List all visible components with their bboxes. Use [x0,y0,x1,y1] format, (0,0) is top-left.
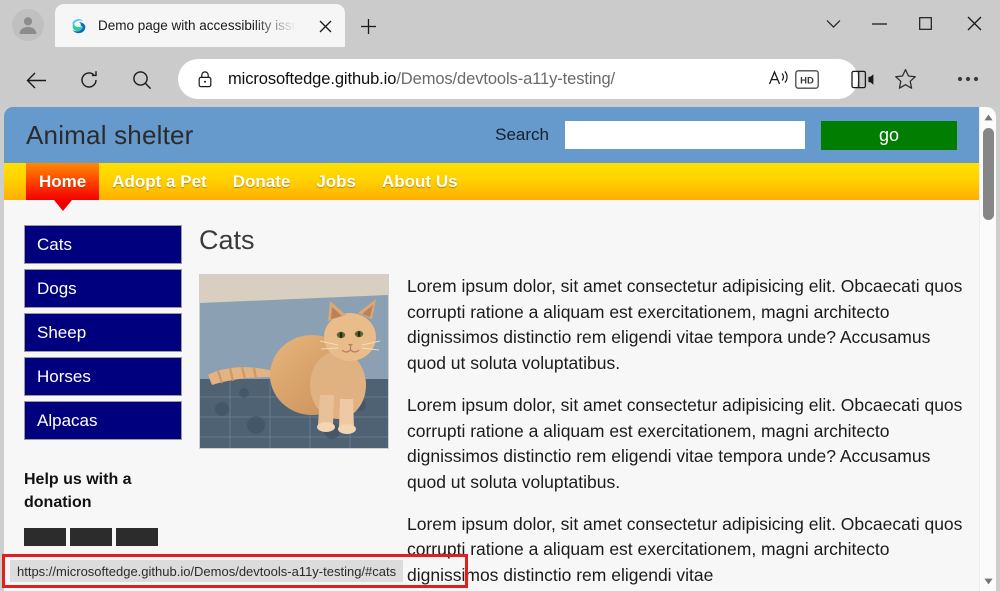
site-search: Search go [495,107,957,163]
new-tab-button[interactable] [355,13,381,39]
site-title: Animal shelter [26,119,194,150]
profile-avatar-button[interactable] [12,9,44,41]
scroll-down-arrow-icon [984,578,993,584]
donation-button-row [24,528,182,547]
ellipsis-icon [957,76,979,82]
sidebar-item-horses[interactable]: Horses [24,357,182,396]
nav-item-donate[interactable]: Donate [220,163,304,200]
sidebar-item-cats[interactable]: Cats [24,225,182,264]
browser-tab[interactable]: Demo page with accessibility issues [55,4,345,47]
maximize-icon [918,17,932,30]
favorite-button[interactable] [888,62,922,96]
article: Lorem ipsum dolor, sit amet consectetur … [199,274,970,591]
read-aloud-icon [768,70,788,85]
svg-text:HD: HD [800,75,814,86]
address-bar-url: microsoftedge.github.io/Demos/devtools-a… [228,70,615,89]
nav-item-label: Home [39,171,87,191]
scroll-down-button[interactable] [980,572,996,590]
nav-item-label: Adopt a Pet [112,171,207,191]
nav-item-jobs[interactable]: Jobs [303,163,369,200]
nav-item-label: About Us [382,171,458,191]
scrollbar-thumb[interactable] [983,128,994,220]
sidebar-item-label: Cats [37,234,72,254]
search-input[interactable] [565,121,805,149]
paragraph-column: Lorem ipsum dolor, sit amet consectetur … [407,274,970,591]
browser-window: Demo page with accessibility issues micr… [0,0,1000,591]
ginger-cat-photo [199,274,389,449]
scroll-up-arrow-icon [984,114,993,120]
go-button[interactable]: go [821,120,957,150]
edge-logo-icon [72,18,86,33]
tab-close-button[interactable] [315,16,335,36]
maximize-button[interactable] [902,0,948,47]
hd-icon: HD [795,69,819,89]
page-sidebar: Cats Dogs Sheep Horses Alpacas Help us w… [4,225,182,591]
settings-menu-button[interactable] [951,62,985,96]
nav-item-label: Jobs [316,171,356,191]
donation-amount-chip[interactable] [24,528,66,547]
status-bar-url: https://microsoftedge.github.io/Demos/de… [10,560,404,582]
minimize-icon [871,22,887,25]
search-button[interactable] [124,62,160,98]
close-icon [319,20,331,32]
reload-icon [81,71,97,88]
sidebar-item-alpacas[interactable]: Alpacas [24,401,182,440]
minimize-button[interactable] [856,0,902,47]
tab-actions-button[interactable] [810,0,856,47]
search-icon [133,71,152,90]
lock-icon [198,71,212,88]
body-paragraph: Lorem ipsum dolor, sit amet consectetur … [407,276,963,374]
window-controls [810,0,1000,47]
page-scrollbar[interactable] [979,107,996,591]
tab-title: Demo page with accessibility issues [98,18,296,33]
reload-button[interactable] [71,62,107,98]
page-title: Cats [199,225,255,255]
back-button[interactable] [18,62,54,98]
chevron-down-icon [826,19,840,28]
sidebar-item-label: Sheep [37,322,87,342]
scroll-up-button[interactable] [980,108,996,126]
url-host: microsoftedge.github.io [228,69,397,88]
url-path: /Demos/devtools-a11y-testing/ [396,69,616,88]
star-icon [894,68,916,89]
site-header: Animal shelter Search go [4,107,996,163]
plus-icon [360,18,376,34]
nav-item-label: Donate [232,171,291,191]
nav-item-about-us[interactable]: About Us [369,163,471,200]
hd-badge-button[interactable]: HD [790,62,824,96]
donation-amount-chip[interactable] [116,528,158,547]
search-label: Search [495,125,549,144]
cat-image [200,275,388,448]
title-bar: Demo page with accessibility issues [0,0,1000,47]
site-nav: Home Adopt a Pet Donate Jobs About Us [4,163,996,211]
page-viewport: Animal shelter Search go Home Adopt a Pe… [4,107,996,591]
page-body: Cats Dogs Sheep Horses Alpacas Help us w… [4,200,996,591]
body-paragraph: Lorem ipsum dolor, sit amet consectetur … [407,513,963,586]
sidebar-item-label: Dogs [37,278,77,298]
donation-heading: Help us with a donation [24,471,132,512]
sidebar-item-sheep[interactable]: Sheep [24,313,182,352]
sidebar-item-dogs[interactable]: Dogs [24,269,182,308]
nav-item-home[interactable]: Home [26,163,100,211]
address-bar[interactable]: microsoftedge.github.io/Demos/devtools-a… [178,59,858,99]
close-icon [967,16,981,31]
page-content: Cats Lorem ipsum dolor, sit amet consect… [182,225,996,591]
immersive-reader-icon [851,70,874,88]
sidebar-item-label: Alpacas [37,410,98,430]
nav-item-adopt-a-pet[interactable]: Adopt a Pet [99,163,219,200]
body-paragraph: Lorem ipsum dolor, sit amet consectetur … [407,394,963,493]
back-arrow-icon [26,72,46,88]
window-close-button[interactable] [948,0,1000,47]
donation-amount-chip[interactable] [70,528,112,547]
sidebar-item-label: Horses [37,366,91,386]
immersive-reader-button[interactable] [846,62,880,96]
avatar-icon [19,17,37,34]
active-nav-arrow-icon [53,200,72,211]
